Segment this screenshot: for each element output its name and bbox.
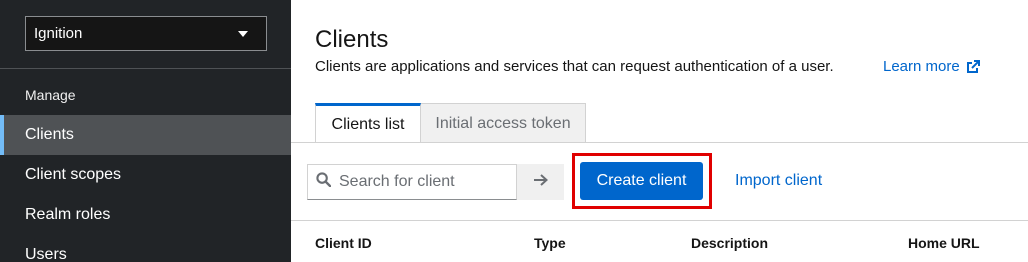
sidebar-item-users[interactable]: Users — [0, 235, 291, 262]
column-header-description[interactable]: Description — [691, 235, 768, 251]
nav-group-title: Manage — [25, 87, 76, 103]
tab-initial-access-token[interactable]: Initial access token — [421, 103, 586, 143]
caret-down-icon — [238, 31, 248, 37]
sidebar-item-clients[interactable]: Clients — [0, 115, 291, 155]
search-submit-button[interactable] — [517, 164, 564, 200]
sidebar-item-label: Clients — [25, 126, 74, 143]
column-header-home-url[interactable]: Home URL — [908, 235, 980, 251]
sidebar-divider — [0, 68, 291, 69]
sidebar-item-label: Client scopes — [25, 166, 122, 183]
tabs-divider — [291, 142, 1028, 143]
sidebar-item-label: Realm roles — [25, 206, 111, 223]
search-box — [307, 164, 517, 200]
column-header-type[interactable]: Type — [534, 235, 566, 251]
create-client-button[interactable]: Create client — [580, 162, 703, 200]
search-input[interactable] — [339, 173, 509, 191]
sidebar-item-label: Users — [25, 246, 67, 262]
page-description: Clients are applications and services th… — [315, 58, 834, 75]
sidebar-item-client-scopes[interactable]: Client scopes — [0, 155, 291, 195]
import-client-button[interactable]: Import client — [735, 172, 822, 190]
learn-more-label: Learn more — [883, 58, 960, 75]
sidebar-item-realm-roles[interactable]: Realm roles — [0, 195, 291, 235]
page-title: Clients — [315, 26, 389, 53]
search-icon — [316, 172, 332, 192]
external-link-icon — [965, 59, 981, 75]
tab-clients-list[interactable]: Clients list — [315, 103, 421, 143]
realm-selector-value: Ignition — [34, 25, 83, 42]
learn-more-link[interactable]: Learn more — [883, 58, 981, 75]
realm-selector[interactable]: Ignition — [25, 16, 267, 51]
column-header-client-id[interactable]: Client ID — [315, 235, 372, 251]
arrow-right-icon — [533, 173, 549, 192]
table-divider — [291, 220, 1028, 221]
tab-label: Initial access token — [435, 114, 571, 132]
tab-label: Clients list — [331, 115, 405, 133]
sidebar: Ignition Manage Clients Client scopes Re… — [0, 0, 291, 262]
